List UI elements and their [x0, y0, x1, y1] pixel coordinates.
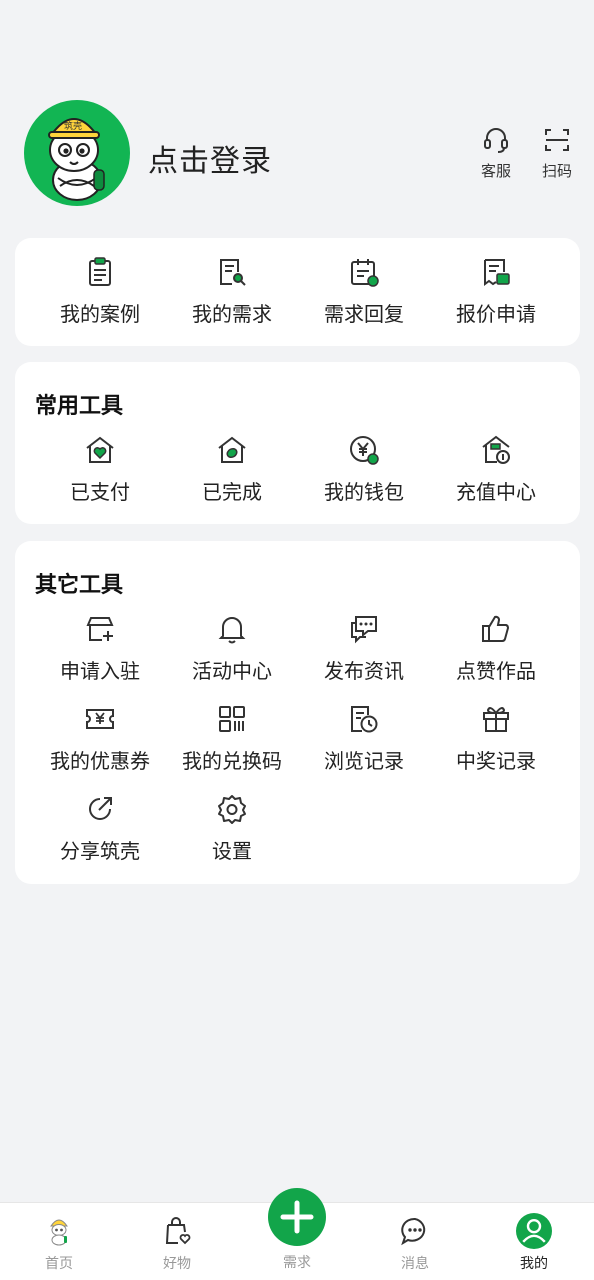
quick-actions-card: 我的案例 我的需求 需求回复 报价申请	[15, 238, 580, 346]
profile-icon	[516, 1213, 552, 1249]
recharge-center-button[interactable]: 充值中心	[430, 434, 562, 505]
qr-code-icon	[219, 706, 245, 732]
tab-mine-label: 我的	[520, 1256, 548, 1272]
apply-settle-button[interactable]: 申请入驻	[34, 613, 166, 684]
headset-icon	[484, 128, 508, 153]
my-requirements-button[interactable]: 我的需求	[166, 256, 298, 327]
house-coin-icon	[482, 435, 510, 464]
share-icon	[89, 797, 112, 820]
scan-icon	[545, 129, 569, 151]
quote-application-label: 报价申请	[456, 302, 536, 326]
my-cases-label: 我的案例	[60, 302, 140, 326]
prize-record-label: 中奖记录	[456, 749, 536, 773]
avatar-hat-text: 筑壳	[64, 122, 83, 132]
customer-service-button[interactable]: 客服	[472, 126, 520, 181]
activity-center-button[interactable]: 活动中心	[166, 613, 298, 684]
tab-goods-label: 好物	[163, 1256, 191, 1272]
activity-center-label: 活动中心	[192, 659, 272, 683]
publish-news-label: 发布资讯	[324, 659, 404, 683]
history-icon	[351, 706, 378, 733]
tab-home[interactable]: 首页	[0, 1203, 118, 1280]
requirement-reply-button[interactable]: 需求回复	[298, 256, 430, 327]
tab-home-label: 首页	[45, 1256, 73, 1272]
tab-messages-label: 消息	[401, 1256, 429, 1272]
scan-button[interactable]: 扫码	[533, 126, 581, 181]
completed-button[interactable]: 已完成	[166, 434, 298, 505]
common-tools-card: 常用工具 已支付 已完成 我的钱包 充值中心	[15, 362, 580, 524]
plus-icon	[280, 1200, 314, 1234]
tab-requirement-label: 需求	[283, 1255, 311, 1271]
my-wallet-label: 我的钱包	[324, 480, 404, 504]
yuan-coin-icon	[350, 436, 379, 465]
common-tools-title: 常用工具	[35, 394, 124, 419]
calendar-reply-icon	[351, 259, 379, 287]
bell-icon	[218, 617, 246, 644]
browse-history-label: 浏览记录	[324, 749, 404, 773]
settings-label: 设置	[212, 839, 252, 863]
gear-icon	[218, 795, 246, 824]
paid-label: 已支付	[70, 480, 130, 504]
completed-label: 已完成	[202, 480, 262, 504]
tab-messages[interactable]: 消息	[356, 1203, 474, 1280]
my-wallet-button[interactable]: 我的钱包	[298, 434, 430, 505]
quote-application-button[interactable]: 报价申请	[430, 256, 562, 327]
message-icon	[401, 1217, 426, 1246]
store-add-icon	[86, 617, 114, 641]
avatar[interactable]: 筑壳	[24, 100, 130, 206]
my-redeem-code-label: 我的兑换码	[182, 749, 282, 773]
profile-header: 筑壳 点击登录 客服 扫码	[24, 100, 576, 208]
liked-works-button[interactable]: 点赞作品	[430, 613, 562, 684]
customer-service-label: 客服	[480, 162, 511, 180]
mascot-home-icon	[50, 1219, 68, 1246]
prize-record-button[interactable]: 中奖记录	[430, 703, 562, 774]
post-requirement-button[interactable]	[268, 1188, 326, 1246]
publish-news-button[interactable]: 发布资讯	[298, 613, 430, 684]
requirement-reply-label: 需求回复	[324, 302, 404, 326]
scan-label: 扫码	[541, 162, 572, 180]
my-cases-button[interactable]: 我的案例	[34, 256, 166, 327]
house-leaf-icon	[218, 436, 246, 463]
document-search-icon	[220, 259, 246, 286]
my-coupons-button[interactable]: 我的优惠券	[34, 703, 166, 774]
apply-settle-label: 申请入驻	[60, 659, 140, 683]
house-heart-icon	[86, 436, 114, 463]
coupon-icon	[86, 709, 114, 729]
share-app-button[interactable]: 分享筑壳	[34, 793, 166, 864]
browse-history-button[interactable]: 浏览记录	[298, 703, 430, 774]
receipt-icon	[484, 259, 510, 286]
my-requirements-label: 我的需求	[192, 302, 272, 326]
my-coupons-label: 我的优惠券	[50, 749, 150, 773]
liked-works-label: 点赞作品	[456, 659, 536, 683]
chat-bubbles-icon	[351, 616, 377, 644]
thumbs-up-icon	[482, 615, 509, 642]
other-tools-title: 其它工具	[35, 573, 124, 598]
gift-icon	[483, 707, 509, 732]
clipboard-icon	[89, 257, 111, 286]
tab-mine[interactable]: 我的	[475, 1203, 593, 1280]
other-tools-card: 其它工具 申请入驻 活动中心 发布资讯 点赞作品 我的优惠券 我的兑换码 浏览记…	[15, 541, 580, 884]
paid-button[interactable]: 已支付	[34, 434, 166, 505]
recharge-center-label: 充值中心	[456, 480, 536, 504]
mascot-avatar-icon	[48, 118, 105, 201]
login-link[interactable]: 点击登录	[148, 136, 272, 180]
tab-goods[interactable]: 好物	[118, 1203, 236, 1280]
settings-button[interactable]: 设置	[166, 793, 298, 864]
shopping-bag-icon	[165, 1217, 191, 1245]
my-redeem-code-button[interactable]: 我的兑换码	[166, 703, 298, 774]
share-app-label: 分享筑壳	[60, 839, 140, 863]
